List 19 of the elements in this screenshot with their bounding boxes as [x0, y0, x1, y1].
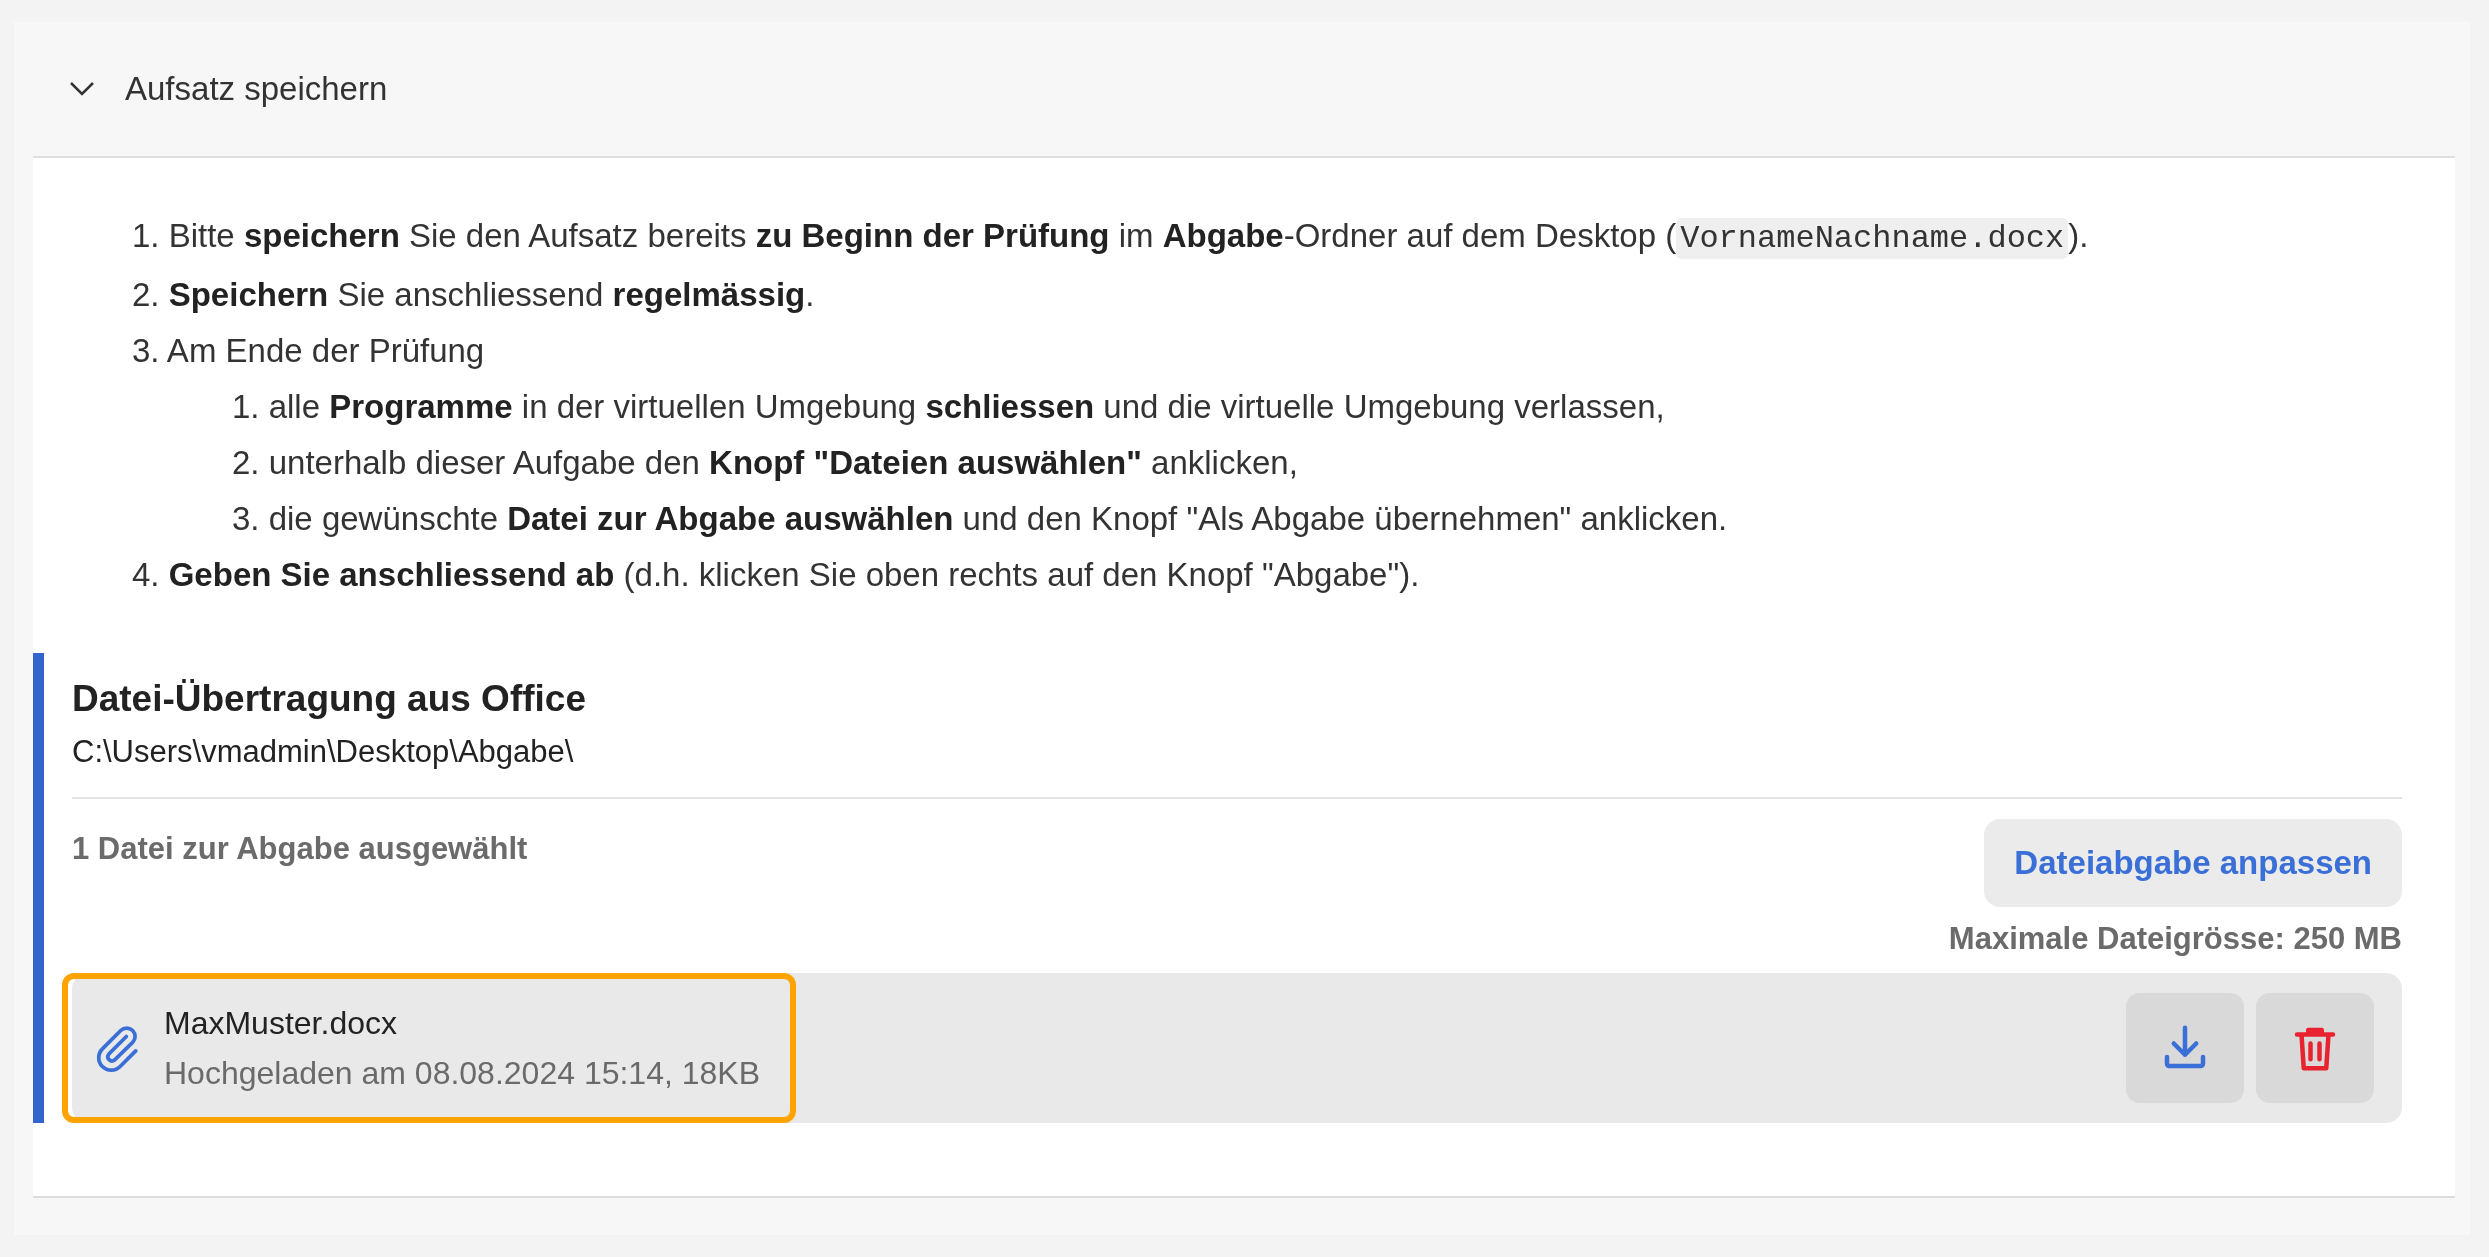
instruction-text: 1. Bitte speichern Sie den Aufsatz bereits zu Beginn der Prüfung im Abgabe-Ordner auf dem Desktop (VornameNachname.docx).: [132, 216, 2090, 261]
instruction-text: 4. Geben Sie anschliessend ab (d.h. klicken Sie oben rechts auf den Knopf "Abgabe").: [132, 555, 1421, 595]
download-button[interactable]: [2126, 993, 2244, 1103]
chevron-icon: [69, 81, 95, 97]
file-meta: Hochgeladen am 08.08.2024 15:14, 18KB: [164, 1054, 760, 1093]
file-name: MaxMuster.docx: [164, 1004, 398, 1043]
instruction-text: 1. alle Programme in der virtuellen Umgebung schliessen und die virtuelle Umgebung verlassen,: [232, 387, 1666, 427]
file-item[interactable]: MaxMuster.docx Hochgeladen am 08.08.2024 15:14, 18KB: [62, 973, 796, 1123]
instruction-text: 2. Speichern Sie anschliessend regelmässig.: [132, 275, 816, 315]
instruction-text: 3. die gewünschte Datei zur Abgabe auswählen und den Knopf "Als Abgabe übernehmen" anklicken.: [232, 499, 1729, 539]
instruction-text: 3. Am Ende der Prüfung: [132, 331, 486, 371]
folder-path: C:\Users\vmadmin\Desktop\Abgabe\: [72, 727, 2402, 799]
delete-button[interactable]: [2256, 993, 2374, 1103]
instruction-text: 2. unterhalb dieser Aufgabe den Knopf "Dateien auswählen" anklicken,: [232, 443, 1299, 483]
upload-title: Datei-Übertragung aus Office: [72, 677, 587, 721]
max-size-text: Maximale Dateigrösse: 250 MB: [1948, 921, 2402, 957]
section-title: Aufsatz speichern: [125, 70, 388, 108]
adjust-submission-button[interactable]: Dateiabgabe anpassen: [1984, 819, 2402, 907]
selected-count: 1 Datei zur Abgabe ausgewählt: [72, 831, 528, 867]
